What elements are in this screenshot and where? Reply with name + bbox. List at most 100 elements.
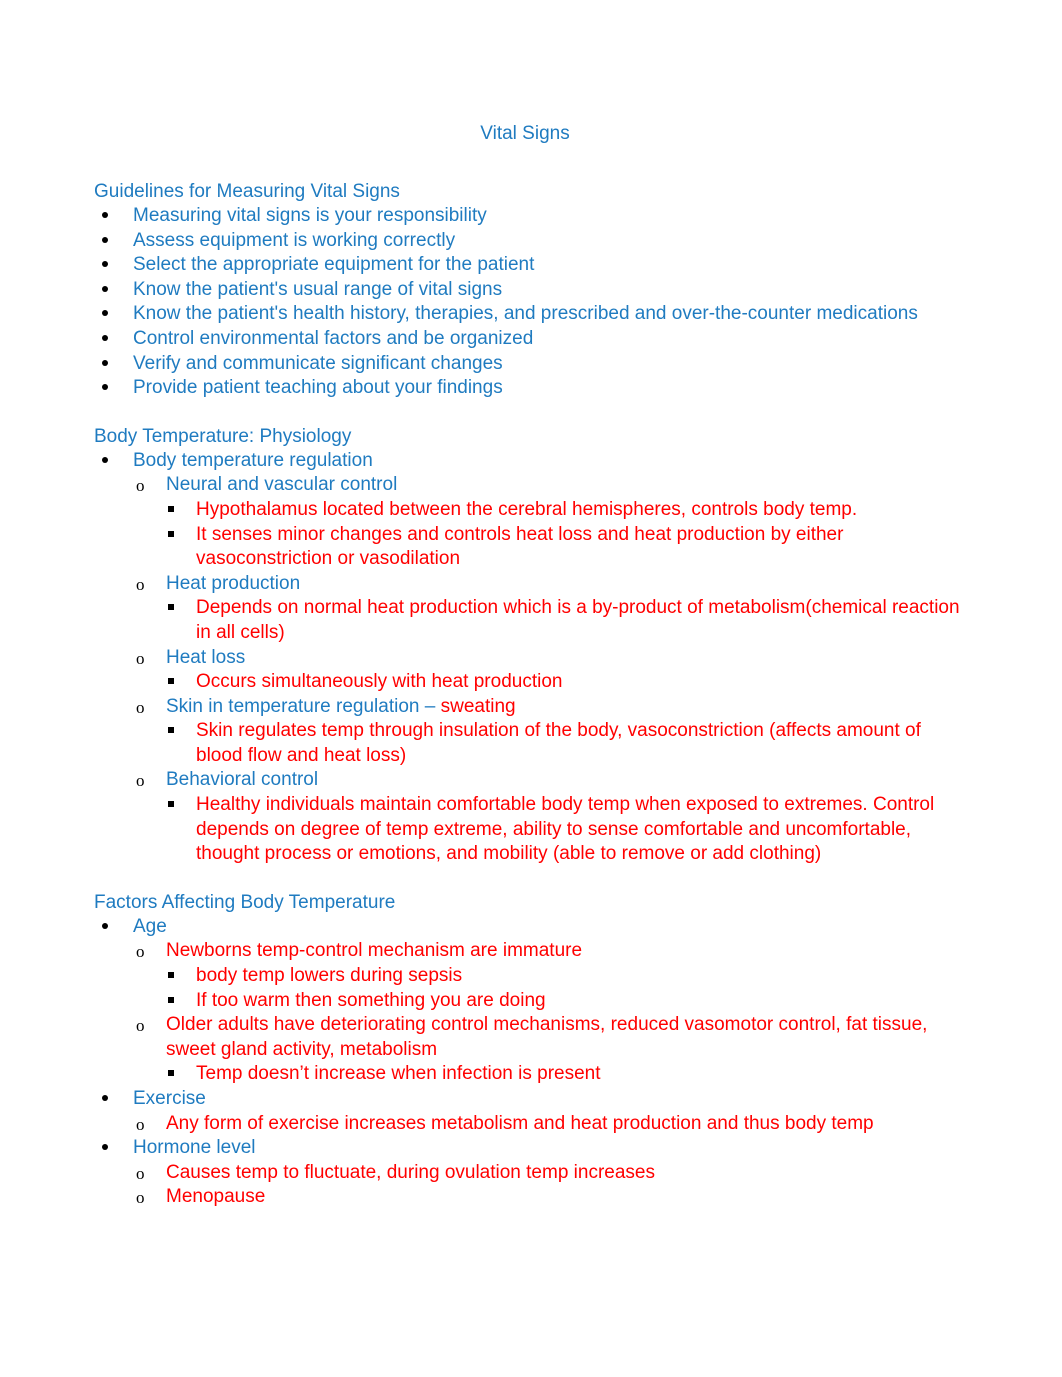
list-item-label: Hormone level: [133, 1137, 256, 1159]
bullet-circle-icon: o: [136, 1016, 145, 1036]
bullet-disc-icon: [100, 302, 108, 316]
list-item: If too warm then something you are doing: [166, 989, 962, 1014]
list-item-label: It senses minor changes and controls hea…: [196, 523, 844, 570]
bullet-square-icon: [168, 989, 174, 1003]
section-heading-guidelines: Guidelines for Measuring Vital Signs: [94, 181, 400, 202]
list-item-label-blue-part: Skin in temperature regulation –: [166, 695, 441, 717]
list-item-label: Newborns temp-control mechanism are imma…: [166, 940, 583, 962]
bullet-square-icon: [168, 596, 174, 610]
list-item: o Heat production: [136, 572, 962, 597]
list-body-temperature-physiology: Body temperature regulation o Neural and…: [94, 449, 962, 867]
list-item: Healthy individuals maintain comfortable…: [166, 793, 962, 867]
list-item: o Heat loss: [136, 646, 962, 671]
bullet-square-icon: [168, 719, 174, 733]
list-item: body temp lowers during sepsis: [166, 964, 962, 989]
bullet-square-icon: [168, 670, 174, 684]
bullet-disc-icon: [100, 1136, 108, 1150]
list-item-label: Any form of exercise increases metabolis…: [166, 1112, 874, 1134]
list-item-label: Assess equipment is working correctly: [133, 229, 456, 251]
list-item: Assess equipment is working correctly: [100, 229, 962, 254]
bullet-circle-icon: o: [136, 476, 145, 496]
bullet-circle-icon: o: [136, 648, 145, 668]
bullet-disc-icon: [100, 278, 108, 292]
list-item-label: Skin in temperature regulation – sweatin…: [166, 696, 516, 717]
list-item: Select the appropriate equipment for the…: [100, 253, 962, 278]
bullet-disc-icon: [100, 229, 108, 243]
list-item-label: Know the patient's usual range of vital …: [133, 278, 503, 300]
list-item-label: Provide patient teaching about your find…: [133, 377, 503, 399]
bullet-disc-icon: [100, 376, 108, 390]
list-item-label: Heat production: [166, 572, 301, 594]
list-item: Age: [100, 915, 962, 940]
list-item: Know the patient's usual range of vital …: [100, 278, 962, 303]
bullet-circle-icon: o: [136, 771, 145, 791]
list-item-label: Depends on normal heat production which …: [196, 597, 960, 643]
list-item-label: Hypothalamus located between the cerebra…: [196, 498, 858, 520]
list-item-label: Body temperature regulation: [133, 449, 373, 471]
bullet-square-icon: [168, 523, 174, 537]
list-item: Depends on normal heat production which …: [166, 596, 962, 645]
bullet-disc-icon: [100, 327, 108, 341]
bullet-circle-icon: o: [136, 1114, 145, 1134]
bullet-circle-icon: o: [136, 942, 145, 962]
list-item: o Neural and vascular control: [136, 473, 962, 498]
list-item-label: body temp lowers during sepsis: [196, 965, 463, 987]
list-item: o Menopause: [136, 1185, 962, 1210]
list-item: Verify and communicate significant chang…: [100, 352, 962, 377]
list-item-label: Control environmental factors and be org…: [133, 327, 534, 349]
list-item-label: Know the patient's health history, thera…: [133, 303, 918, 325]
list-item: o Causes temp to fluctuate, during ovula…: [136, 1161, 962, 1186]
list-item: Control environmental factors and be org…: [100, 327, 962, 352]
list-item-label: If too warm then something you are doing: [196, 989, 546, 1011]
document-page: Vital Signs Guidelines for Measuring Vit…: [0, 0, 1062, 1377]
list-item: Occurs simultaneously with heat producti…: [166, 670, 962, 695]
list-item: Hormone level: [100, 1136, 962, 1161]
list-item: o Behavioral control: [136, 768, 962, 793]
list-item: o Skin in temperature regulation – sweat…: [136, 695, 962, 720]
list-item-label: Behavioral control: [166, 769, 319, 791]
list-item-label: Occurs simultaneously with heat producti…: [196, 671, 563, 693]
list-guidelines: Measuring vital signs is your responsibi…: [94, 204, 962, 401]
bullet-disc-icon: [100, 352, 108, 366]
bullet-circle-icon: o: [136, 574, 145, 594]
bullet-circle-icon: o: [136, 1163, 145, 1183]
bullet-square-icon: [168, 1062, 174, 1076]
list-item-label-red-part: sweating: [440, 695, 516, 717]
list-item: Hypothalamus located between the cerebra…: [166, 498, 962, 523]
list-item-label: Older adults have deteriorating control …: [166, 1014, 928, 1060]
bullet-square-icon: [168, 498, 174, 512]
list-item-label: Heat loss: [166, 646, 246, 668]
list-item: It senses minor changes and controls hea…: [166, 523, 962, 572]
list-item-label: Exercise: [133, 1088, 206, 1109]
bullet-disc-icon: [100, 204, 108, 218]
page-title: Vital Signs: [480, 123, 570, 144]
list-item-label: Measuring vital signs is your responsibi…: [133, 205, 487, 226]
list-item-label: Healthy individuals maintain comfortable…: [196, 794, 935, 865]
list-item: o Older adults have deteriorating contro…: [136, 1013, 962, 1062]
section-heading-factors-affecting-body-temperature: Factors Affecting Body Temperature: [94, 891, 396, 913]
bullet-circle-icon: o: [136, 697, 145, 717]
bullet-square-icon: [168, 793, 174, 807]
list-item-label: Select the appropriate equipment for the…: [133, 254, 535, 276]
bullet-disc-icon: [100, 915, 108, 929]
section-heading-body-temperature-physiology: Body Temperature: Physiology: [94, 425, 352, 447]
list-item: Temp doesn’t increase when infection is …: [166, 1062, 962, 1087]
list-item-label: Verify and communicate significant chang…: [133, 352, 503, 374]
list-item-label: Skin regulates temp through insulation o…: [196, 720, 921, 766]
list-item-label: Menopause: [166, 1186, 266, 1208]
list-item: Exercise: [100, 1087, 962, 1112]
list-item: o Newborns temp-control mechanism are im…: [136, 939, 962, 964]
list-item: Know the patient's health history, thera…: [100, 302, 962, 327]
bullet-circle-icon: o: [136, 1188, 145, 1208]
list-factors-affecting-body-temperature: Age o Newborns temp-control mechanism ar…: [94, 915, 962, 1210]
list-item: o Any form of exercise increases metabol…: [136, 1112, 962, 1137]
list-item-label: Temp doesn’t increase when infection is …: [196, 1063, 601, 1085]
list-item: Skin regulates temp through insulation o…: [166, 719, 962, 768]
bullet-disc-icon: [100, 449, 108, 463]
list-item-label: Age: [133, 915, 167, 937]
list-item: Body temperature regulation: [100, 449, 962, 474]
list-item: Provide patient teaching about your find…: [100, 376, 962, 401]
list-item: Measuring vital signs is your responsibi…: [100, 204, 962, 229]
